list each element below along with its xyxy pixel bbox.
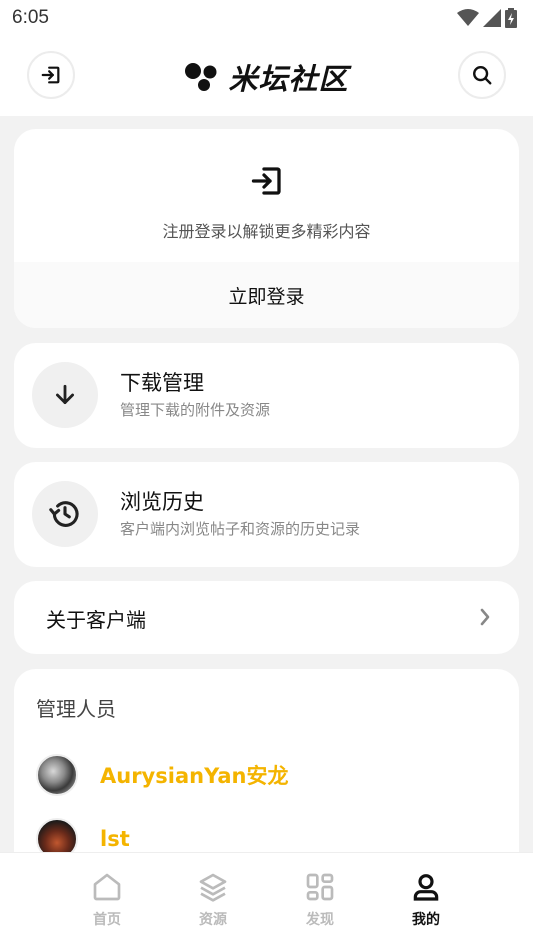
login-icon bbox=[251, 167, 281, 195]
about-client-row[interactable]: 关于客户端 bbox=[14, 581, 519, 654]
history-icon bbox=[49, 501, 79, 527]
signal-icon bbox=[483, 9, 501, 27]
app-header: 米坛社区 bbox=[0, 36, 533, 116]
status-time: 6:05 bbox=[12, 7, 49, 28]
avatar bbox=[36, 754, 78, 796]
admin-name: lst bbox=[100, 827, 130, 851]
search-icon bbox=[473, 66, 492, 85]
download-icon-circle bbox=[32, 362, 98, 428]
nav-resources[interactable]: 资源 bbox=[173, 871, 253, 929]
download-subtitle: 管理下载的附件及资源 bbox=[120, 401, 271, 419]
layers-icon bbox=[199, 873, 227, 902]
history-subtitle: 客户端内浏览帖子和资源的历史记录 bbox=[120, 520, 361, 538]
battery-icon bbox=[505, 8, 517, 28]
nav-discover[interactable]: 发现 bbox=[280, 871, 360, 929]
search-button[interactable] bbox=[458, 51, 506, 99]
nav-mine[interactable]: 我的 bbox=[386, 871, 466, 929]
bottom-nav: 首页 资源 发现 我的 bbox=[0, 852, 533, 948]
download-management-card[interactable]: 下载管理 管理下载的附件及资源 bbox=[14, 343, 519, 448]
home-icon bbox=[93, 873, 121, 901]
login-hint: 注册登录以解锁更多精彩内容 bbox=[162, 222, 371, 241]
history-title: 浏览历史 bbox=[120, 490, 204, 514]
nav-home-label: 首页 bbox=[93, 912, 121, 928]
download-title: 下载管理 bbox=[120, 371, 204, 395]
admin-item[interactable]: AurysianYan安龙 bbox=[36, 753, 288, 797]
chevron-right-icon bbox=[480, 608, 490, 626]
nav-resources-label: 资源 bbox=[199, 912, 227, 928]
login-card-icon-wrap bbox=[14, 163, 519, 199]
admin-name: AurysianYan安龙 bbox=[100, 764, 289, 788]
app-logo: 米坛社区 bbox=[0, 56, 533, 98]
wifi-icon bbox=[457, 9, 479, 26]
user-icon bbox=[413, 874, 439, 901]
download-icon bbox=[56, 384, 74, 404]
nav-mine-label: 我的 bbox=[412, 912, 440, 928]
grid-icon bbox=[306, 873, 334, 901]
browse-history-card[interactable]: 浏览历史 客户端内浏览帖子和资源的历史记录 bbox=[14, 462, 519, 567]
history-icon-circle bbox=[32, 481, 98, 547]
admins-heading: 管理人员 bbox=[36, 697, 116, 721]
app-title: 米坛社区 bbox=[228, 62, 349, 96]
about-client-label: 关于客户端 bbox=[46, 608, 146, 632]
login-now-button[interactable]: 立即登录 bbox=[14, 262, 519, 328]
nav-discover-label: 发现 bbox=[306, 912, 334, 928]
logo-dots-icon bbox=[185, 63, 217, 91]
nav-home[interactable]: 首页 bbox=[67, 871, 147, 929]
login-card: 注册登录以解锁更多精彩内容 立即登录 bbox=[14, 129, 519, 328]
status-bar: 6:05 bbox=[0, 0, 533, 36]
status-icons bbox=[457, 8, 517, 28]
